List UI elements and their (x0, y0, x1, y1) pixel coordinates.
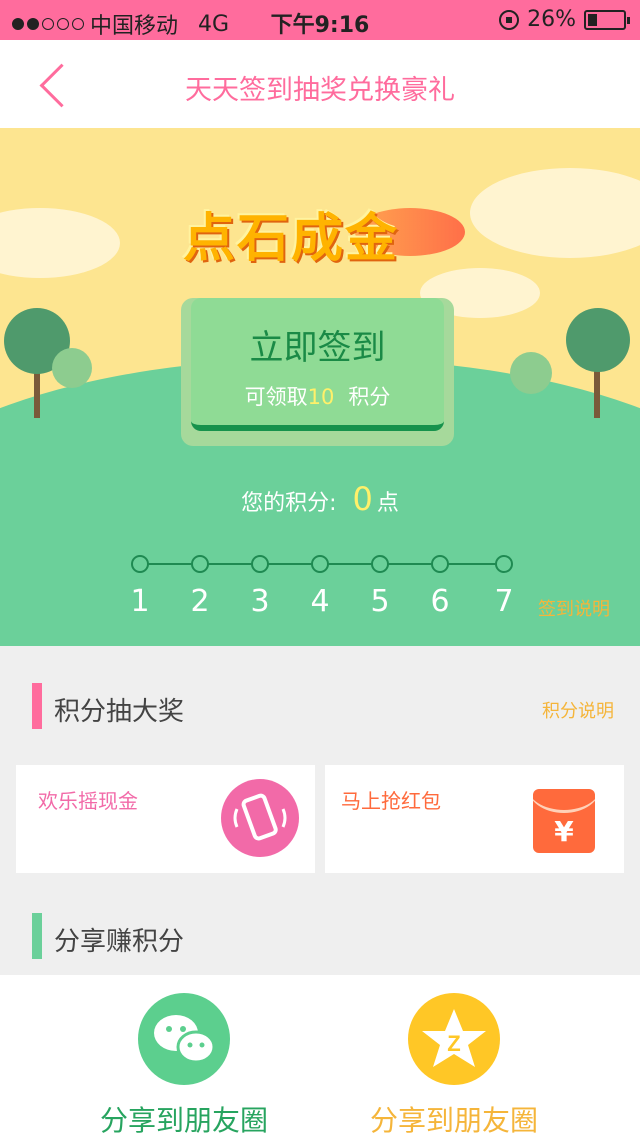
signin-step-dot (251, 555, 269, 573)
shake-cash-card[interactable]: 欢乐摇现金 (16, 765, 315, 873)
signin-step-number: 3 (250, 584, 270, 619)
points-rules-link[interactable]: 积分说明 (542, 697, 614, 723)
card-label: 欢乐摇现金 (38, 789, 138, 813)
signin-step-number: 2 (190, 584, 210, 619)
phone-shake-icon (221, 779, 299, 857)
my-points: 您的积分: 0 点 (241, 480, 399, 518)
battery-percent: 26% (527, 7, 576, 32)
rotation-lock-icon (499, 9, 520, 30)
svg-text:Z: Z (447, 1031, 460, 1056)
lottery-section-header: 积分抽大奖 积分说明 (0, 683, 640, 743)
card-label: 马上抢红包 (341, 789, 441, 813)
points-value: 0 (352, 480, 373, 518)
share-wechat-moments-button[interactable]: 分享到朋友圈 (59, 993, 309, 1136)
red-envelope-card[interactable]: 马上抢红包 ¥ (325, 765, 624, 873)
share-section-header: 分享赚积分 (0, 913, 640, 973)
qzone-icon: Z (408, 993, 500, 1085)
share-qzone-button[interactable]: Z 分享到朋友圈 (329, 993, 579, 1136)
signin-step-number: 4 (310, 584, 330, 619)
status-bar: 中国移动 4G 下午9:16 26% (0, 0, 640, 40)
signin-button[interactable]: 立即签到 可领取10 积分 (191, 298, 444, 431)
signin-step-dot (191, 555, 209, 573)
section-title: 积分抽大奖 (54, 697, 185, 727)
signin-step-number: 5 (370, 584, 390, 619)
section-title: 分享赚积分 (54, 927, 185, 957)
signin-step-dot (431, 555, 449, 573)
battery-icon (584, 9, 630, 30)
wechat-icon (138, 993, 230, 1085)
game-logo: 点石成金 (175, 178, 465, 273)
navigation-bar: 天天签到抽奖兑换豪礼 (0, 40, 640, 128)
page-title: 天天签到抽奖兑换豪礼 (185, 75, 455, 106)
signin-step-dot (371, 555, 389, 573)
signin-title: 立即签到 (249, 328, 386, 368)
signin-step-number: 1 (130, 584, 150, 619)
signin-step-dot (311, 555, 329, 573)
red-envelope-icon: ¥ (533, 789, 595, 853)
signin-step-number: 6 (430, 584, 450, 619)
signin-step-dot (131, 555, 149, 573)
share-label: 分享到朋友圈 (99, 1104, 268, 1136)
signin-hero: 点石成金 立即签到 可领取10 积分 您的积分: 0 点 1 2 3 4 5 6 7 签到说明 (0, 128, 640, 646)
share-panel: 分享到朋友圈 Z 分享到朋友圈 (0, 975, 640, 1136)
signin-step-dot (495, 555, 513, 573)
signin-step-number: 7 (494, 584, 514, 619)
signin-rules-link[interactable]: 签到说明 (538, 595, 610, 621)
share-label: 分享到朋友圈 (369, 1104, 538, 1136)
signin-reward: 可领取10 积分 (244, 385, 391, 409)
